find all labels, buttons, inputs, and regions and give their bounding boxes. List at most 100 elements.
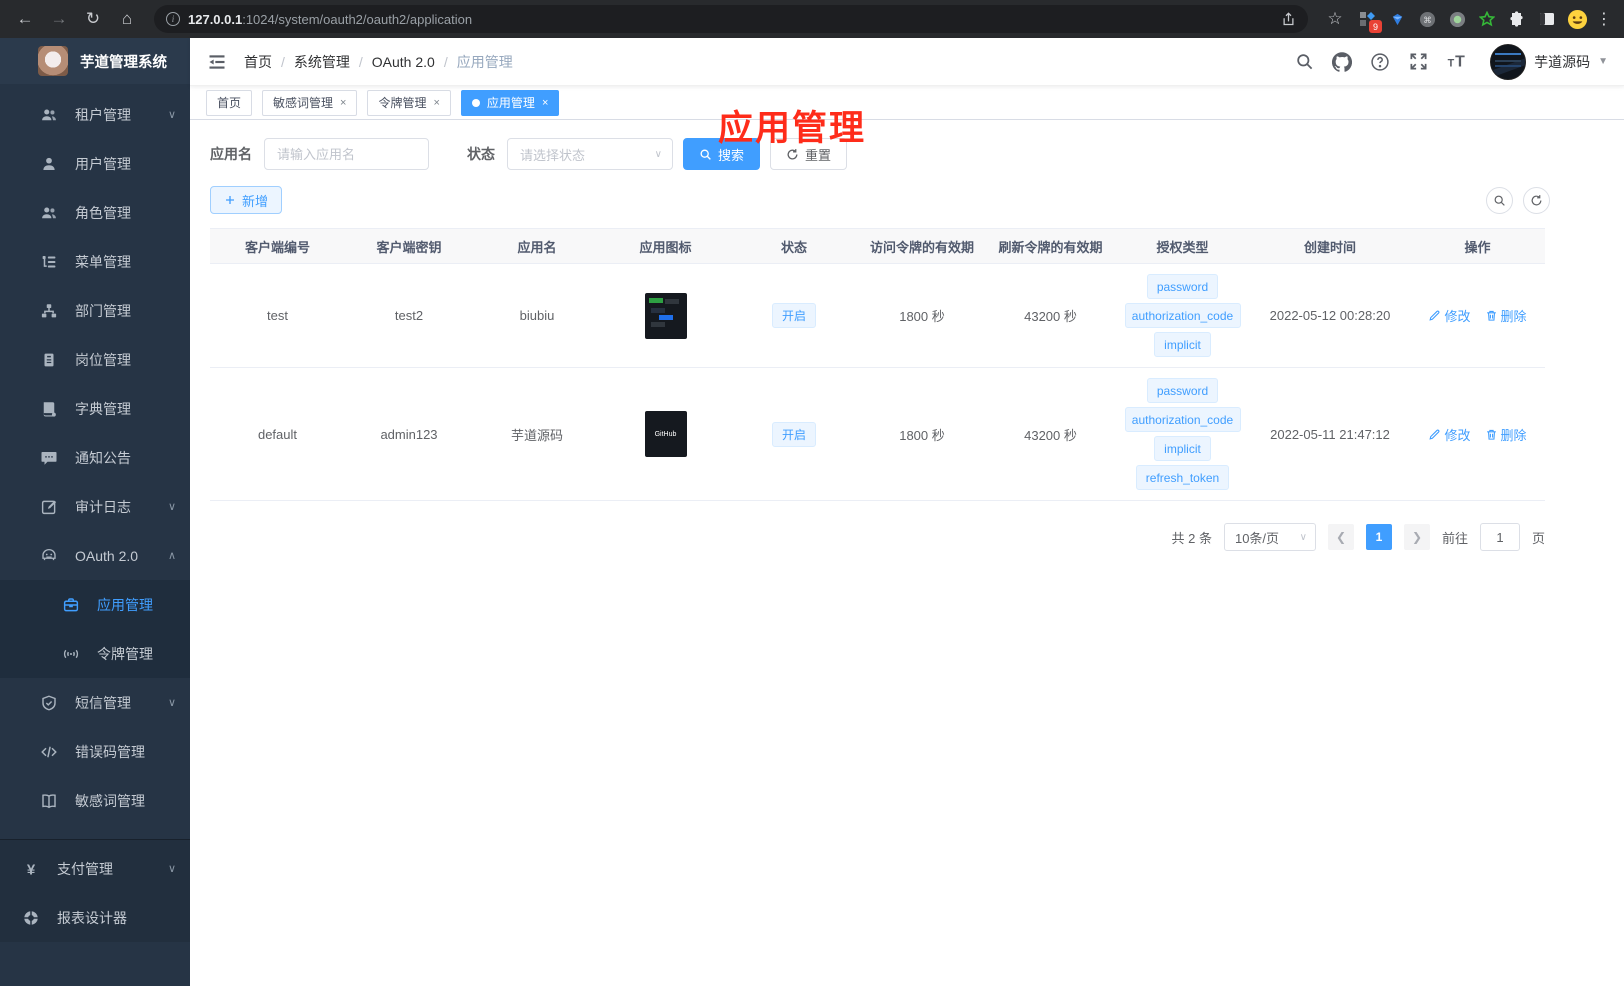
delete-link[interactable]: 删除	[1485, 425, 1527, 444]
sidebar-item-部门管理[interactable]: 部门管理	[0, 286, 190, 335]
page-size-select[interactable]: 10条/页 ∨	[1223, 523, 1316, 551]
tab-敏感词管理[interactable]: 敏感词管理 ×	[262, 89, 358, 116]
user-avatar	[1490, 43, 1527, 80]
close-tab-icon[interactable]: ×	[433, 97, 439, 109]
department-icon	[40, 302, 58, 320]
grant-type-tag: refresh_token	[1135, 465, 1230, 490]
help-icon[interactable]	[1370, 52, 1390, 72]
delete-link[interactable]: 删除	[1485, 306, 1527, 325]
browser-back-icon[interactable]: ←	[10, 4, 40, 34]
command-extension-icon[interactable]: ⌘	[1414, 6, 1440, 32]
breadcrumb-item-OAuth 2.0[interactable]: OAuth 2.0	[372, 54, 435, 70]
goto-page-input[interactable]	[1479, 523, 1520, 551]
sidebar-item-支付管理[interactable]: ¥ 支付管理 ∨	[0, 844, 190, 893]
font-size-icon[interactable]: TT	[1446, 52, 1466, 72]
status-select[interactable]: 请选择状态 ∨	[507, 138, 673, 170]
github-icon[interactable]	[1332, 51, 1353, 72]
sidebar-item-label: 岗位管理	[75, 351, 131, 368]
sidebar-item-label: 菜单管理	[75, 253, 131, 270]
sidebar-item-短信管理[interactable]: 短信管理 ∨	[0, 678, 190, 727]
sidebar-item-租户管理[interactable]: 租户管理 ∨	[0, 90, 190, 139]
add-button[interactable]: 新增	[210, 186, 283, 214]
fullscreen-icon[interactable]	[1408, 52, 1428, 72]
close-tab-icon[interactable]: ×	[340, 97, 346, 109]
share-icon[interactable]	[1280, 11, 1296, 27]
side-panel-icon[interactable]	[1534, 6, 1560, 32]
sidebar-item-label: 角色管理	[75, 204, 131, 221]
sidebar-item-报表设计器[interactable]: 报表设计器	[0, 893, 190, 942]
sidebar-item-通知公告[interactable]: 通知公告	[0, 433, 190, 482]
next-page-button[interactable]: ❯	[1403, 524, 1430, 550]
refresh-table-button[interactable]	[1523, 186, 1550, 214]
app-icon-thumbnail[interactable]	[644, 292, 687, 339]
gem-extension-icon[interactable]	[1384, 6, 1410, 32]
cell-name: 芋道源码	[510, 427, 563, 443]
extension-grid-icon[interactable]: 9	[1354, 6, 1382, 33]
sidebar-item-敏感词管理[interactable]: 敏感词管理	[0, 776, 190, 825]
search-icon	[699, 148, 712, 161]
app-title: 芋道管理系统	[80, 54, 167, 71]
sidebar-item-菜单管理[interactable]: 菜单管理	[0, 237, 190, 286]
sidebar-item-应用管理[interactable]: 应用管理	[0, 580, 190, 629]
browser-menu-icon[interactable]: ⋮	[1594, 9, 1614, 29]
sidebar-item-错误码管理[interactable]: 错误码管理	[0, 727, 190, 776]
sidebar-item-字典管理[interactable]: 字典管理	[0, 384, 190, 433]
recorder-extension-icon[interactable]	[1444, 6, 1470, 32]
edit-link[interactable]: 修改	[1428, 425, 1471, 444]
sidebar-item-角色管理[interactable]: 角色管理	[0, 188, 190, 237]
site-info-icon[interactable]: i	[166, 12, 180, 26]
url-text: 127.0.0.1:1024/system/oauth2/oauth2/appl…	[188, 11, 473, 27]
sidebar-item-岗位管理[interactable]: 岗位管理	[0, 335, 190, 384]
header-search-icon[interactable]	[1294, 52, 1314, 72]
breadcrumb-item-首页[interactable]: 首页	[244, 52, 272, 72]
collapse-sidebar-icon[interactable]	[206, 51, 228, 73]
toggle-search-button[interactable]	[1486, 186, 1513, 214]
prev-page-button[interactable]: ❮	[1327, 524, 1354, 550]
status-badge: 开启	[771, 421, 816, 447]
status-select-placeholder: 请选择状态	[520, 147, 586, 163]
svg-text:⌘: ⌘	[1423, 14, 1432, 24]
sidebar-item-令牌管理[interactable]: 令牌管理	[0, 629, 190, 678]
bookmark-star-icon[interactable]: ☆	[1320, 4, 1350, 34]
browser-forward-icon[interactable]: →	[44, 4, 74, 34]
breadcrumb-item-系统管理[interactable]: 系统管理	[294, 52, 350, 72]
chevron-up-icon: ∧	[167, 550, 176, 562]
tab-应用管理[interactable]: 应用管理 ×	[460, 89, 560, 116]
sidebar-item-审计日志[interactable]: 审计日志 ∨	[0, 482, 190, 531]
browser-reload-icon[interactable]: ↻	[78, 4, 108, 34]
sidebar-logo[interactable]: 芋道管理系统	[0, 38, 190, 84]
reset-button[interactable]: 重置	[770, 138, 848, 170]
close-tab-icon[interactable]: ×	[542, 97, 548, 109]
tab-首页[interactable]: 首页	[206, 89, 253, 116]
cell-created_at: 2022-05-12 00:28:20	[1269, 308, 1391, 323]
browser-chrome: ← → ↻ ⌂ i 127.0.0.1:1024/system/oauth2/o…	[0, 0, 1624, 38]
trash-icon	[1485, 309, 1498, 322]
edit-link[interactable]: 修改	[1428, 306, 1471, 325]
filter-bar: 应用名 状态 请选择状态 ∨ 搜索	[210, 138, 1550, 170]
user-icon	[40, 155, 58, 173]
sidebar-item-OAuth 2.0[interactable]: OAuth 2.0 ∧	[0, 531, 190, 580]
profile-emoji-avatar[interactable]	[1564, 6, 1590, 32]
top-navbar: 首页 / 系统管理 / OAuth 2.0/应用管理 TT 芋道源码 ▼	[190, 38, 1624, 86]
roles-users-icon	[40, 204, 58, 222]
cell-icon	[601, 264, 730, 367]
current-page-button[interactable]: 1	[1365, 524, 1392, 550]
sidebar-item-用户管理[interactable]: 用户管理	[0, 139, 190, 188]
breadcrumb-separator: /	[281, 53, 285, 70]
sidebar-item-label: 短信管理	[75, 694, 131, 711]
cell-client_id: test	[267, 308, 288, 323]
cell-actions: 修改 删除	[1410, 264, 1545, 367]
browser-home-icon[interactable]: ⌂	[112, 4, 142, 34]
puzzle-extensions-icon[interactable]	[1504, 6, 1530, 32]
address-bar[interactable]: i 127.0.0.1:1024/system/oauth2/oauth2/ap…	[154, 5, 1308, 33]
search-button[interactable]: 搜索	[683, 138, 761, 170]
grant-type-tag: password	[1146, 378, 1219, 403]
green-star-extension-icon[interactable]	[1474, 6, 1500, 32]
sidebar-item-label: 部门管理	[75, 302, 131, 319]
tab-令牌管理[interactable]: 令牌管理 ×	[367, 89, 451, 116]
app-icon-thumbnail[interactable]: GitHub	[644, 411, 687, 457]
user-menu[interactable]: 芋道源码 ▼	[1490, 43, 1608, 80]
app-name-input[interactable]	[264, 138, 429, 170]
cell-access_validity: 1800 秒	[899, 309, 945, 324]
grant-type-tag: implicit	[1154, 332, 1211, 357]
